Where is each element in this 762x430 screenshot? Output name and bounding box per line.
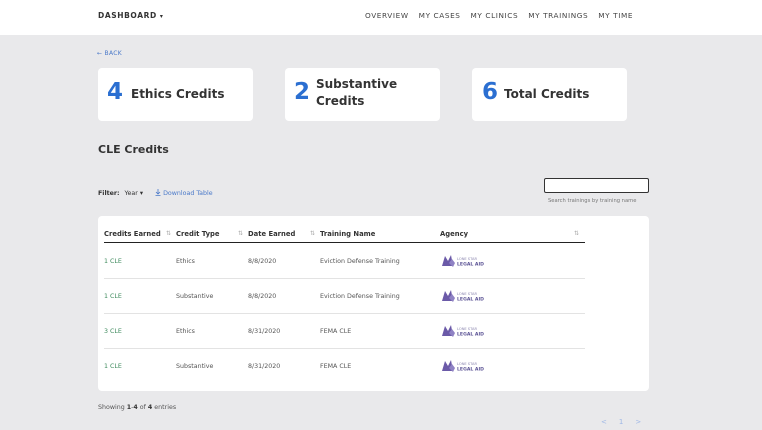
- table-header: Credits Earned ⇅ Credit Type ⇅ Date Earn…: [104, 222, 585, 243]
- agency-logo-text-bottom: LEGAL AID: [457, 367, 484, 373]
- sort-icon[interactable]: ⇅: [238, 230, 243, 237]
- total-credits-value: 6: [482, 79, 499, 105]
- type-cell: Substantive: [176, 363, 214, 370]
- credits-cell: 1 CLE: [104, 363, 122, 370]
- caret-down-icon: ▾: [137, 189, 144, 197]
- training-cell: Eviction Defense Training: [320, 293, 400, 300]
- nav-my-time[interactable]: MY TIME: [598, 11, 633, 20]
- search-hint: Search trainings by training name: [548, 198, 637, 204]
- credits-cell: 3 CLE: [104, 328, 122, 335]
- date-cell: 8/31/2020: [248, 328, 281, 335]
- download-icon: [155, 189, 161, 196]
- cle-credits-table: Credits Earned ⇅ Credit Type ⇅ Date Earn…: [98, 216, 649, 391]
- dashboard-menu[interactable]: DASHBOARD ▾: [98, 11, 163, 20]
- next-page-button[interactable]: >: [635, 418, 641, 426]
- year-filter-dropdown[interactable]: Year ▾: [125, 190, 144, 197]
- pagination: < 1 >: [601, 418, 641, 426]
- section-title: CLE Credits: [98, 143, 169, 156]
- ethics-credits-label: Ethics Credits: [131, 87, 225, 101]
- lone-star-legal-aid-logo: LONE STAR LEGAL AID: [442, 325, 484, 338]
- agency-logo-text-top: LONE STAR: [457, 257, 477, 261]
- brand-label: DASHBOARD: [98, 11, 157, 20]
- sort-icon[interactable]: ⇅: [574, 230, 579, 237]
- training-cell: Eviction Defense Training: [320, 258, 400, 265]
- substantive-credits-card: 2 Substantive Credits: [285, 68, 440, 121]
- col-credits-earned[interactable]: Credits Earned: [104, 230, 161, 238]
- col-credit-type[interactable]: Credit Type: [176, 230, 220, 238]
- entries-suffix: entries: [152, 404, 177, 411]
- col-date-earned[interactable]: Date Earned: [248, 230, 295, 238]
- nav-overview[interactable]: OVERVIEW: [365, 11, 409, 20]
- entries-info: Showing 1-4 of 4 entries: [98, 404, 176, 411]
- date-cell: 8/31/2020: [248, 363, 281, 370]
- training-cell: FEMA CLE: [320, 328, 352, 335]
- ethics-credits-value: 4: [107, 79, 124, 105]
- caret-down-icon: ▾: [159, 13, 164, 20]
- agency-logo-text-top: LONE STAR: [457, 292, 477, 296]
- date-cell: 8/8/2020: [248, 258, 277, 265]
- credits-cell: 1 CLE: [104, 293, 122, 300]
- substantive-credits-value: 2: [294, 79, 311, 105]
- type-cell: Ethics: [176, 328, 195, 335]
- agency-logo-text-bottom: LEGAL AID: [457, 297, 484, 303]
- main-nav: OVERVIEW MY CASES MY CLINICS MY TRAINING…: [365, 11, 643, 20]
- nav-my-trainings[interactable]: MY TRAININGS: [528, 11, 588, 20]
- date-cell: 8/8/2020: [248, 293, 277, 300]
- table-row: 3 CLE Ethics 8/31/2020 FEMA CLE LONE STA…: [104, 314, 585, 349]
- type-cell: Ethics: [176, 258, 195, 265]
- table-row: 1 CLE Substantive 8/8/2020 Eviction Defe…: [104, 279, 585, 314]
- entries-prefix: Showing: [98, 404, 127, 411]
- download-table-button[interactable]: Download Table: [155, 189, 213, 197]
- col-training-name[interactable]: Training Name: [320, 230, 375, 238]
- lone-star-legal-aid-logo: LONE STAR LEGAL AID: [442, 290, 484, 303]
- substantive-credits-label: Substantive Credits: [316, 77, 398, 108]
- page-1-button[interactable]: 1: [619, 418, 623, 426]
- table-row: 1 CLE Ethics 8/8/2020 Eviction Defense T…: [104, 244, 585, 279]
- search-input[interactable]: [544, 178, 649, 193]
- table-row: 1 CLE Substantive 8/31/2020 FEMA CLE LON…: [104, 349, 585, 384]
- sort-icon[interactable]: ⇅: [166, 230, 171, 237]
- credits-cell: 1 CLE: [104, 258, 122, 265]
- training-cell: FEMA CLE: [320, 363, 352, 370]
- back-link[interactable]: ← BACK: [97, 50, 122, 57]
- top-navbar: DASHBOARD ▾ OVERVIEW MY CASES MY CLINICS …: [0, 0, 762, 35]
- filter-label: Filter:: [98, 189, 120, 197]
- total-credits-card: 6 Total Credits: [472, 68, 627, 121]
- ethics-credits-card: 4 Ethics Credits: [98, 68, 253, 121]
- col-agency[interactable]: Agency: [440, 230, 468, 238]
- sort-icon[interactable]: ⇅: [310, 230, 315, 237]
- agency-logo-text-top: LONE STAR: [457, 362, 477, 366]
- agency-logo-text-top: LONE STAR: [457, 327, 477, 331]
- type-cell: Substantive: [176, 293, 214, 300]
- filter-bar: Filter: Year ▾ Download Table: [98, 189, 213, 197]
- entries-of: of: [137, 404, 148, 411]
- agency-logo-text-bottom: LEGAL AID: [457, 332, 484, 338]
- nav-my-clinics[interactable]: MY CLINICS: [471, 11, 519, 20]
- total-credits-label: Total Credits: [504, 87, 590, 101]
- download-table-label: Download Table: [163, 190, 213, 197]
- year-filter-value: Year: [124, 189, 138, 197]
- lone-star-legal-aid-logo: LONE STAR LEGAL AID: [442, 255, 484, 268]
- agency-logo-text-bottom: LEGAL AID: [457, 262, 484, 268]
- nav-my-cases[interactable]: MY CASES: [419, 11, 461, 20]
- lone-star-legal-aid-logo: LONE STAR LEGAL AID: [442, 360, 484, 373]
- prev-page-button[interactable]: <: [601, 418, 607, 426]
